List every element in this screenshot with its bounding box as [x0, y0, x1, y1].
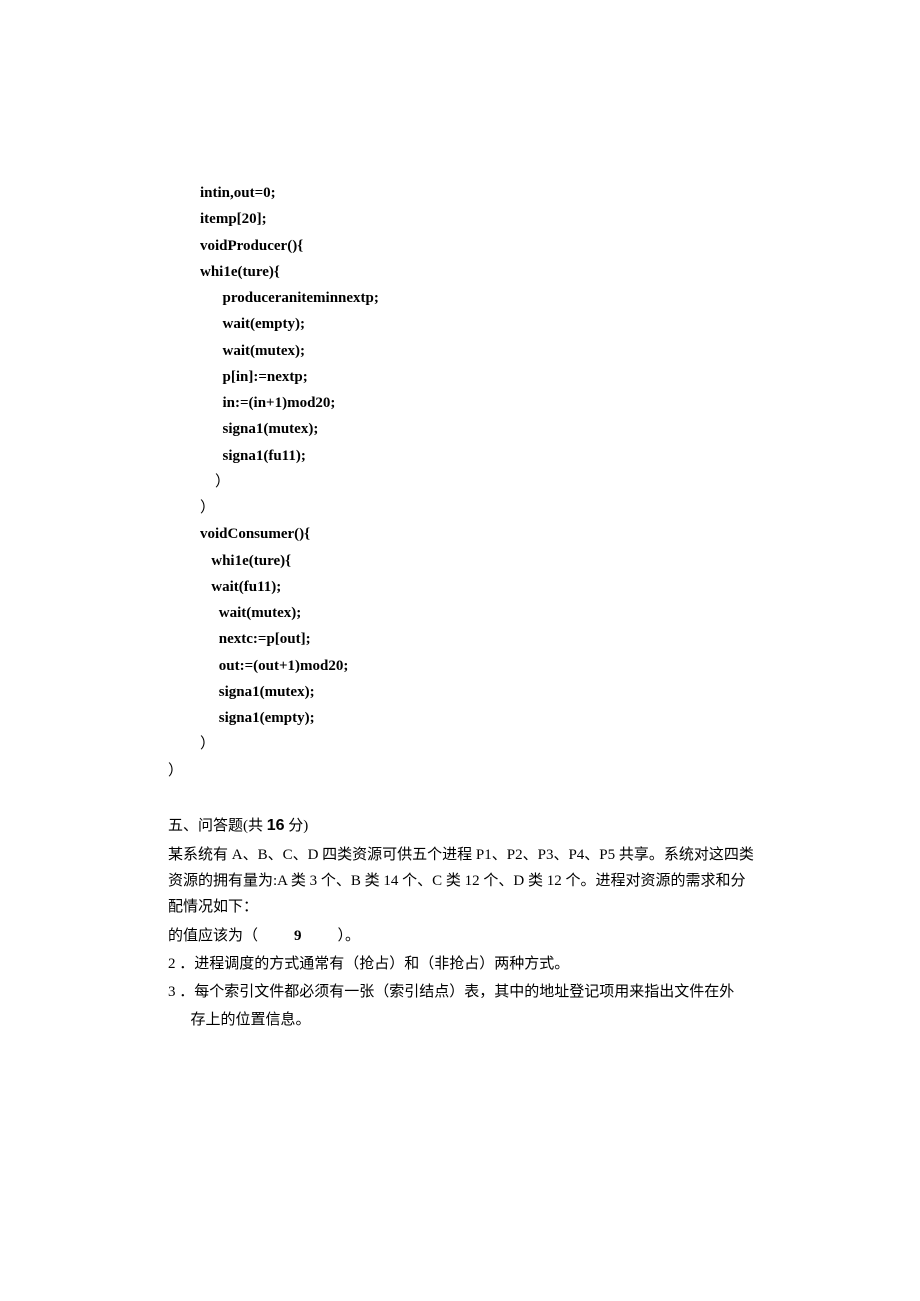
- code-line: voidConsumer(){: [200, 521, 760, 547]
- code-line: p[in]:=nextp;: [200, 364, 760, 390]
- question-paragraph: 某系统有 A、B、C、D 四类资源可供五个进程 P1、P2、P3、P4、P5 共…: [168, 842, 760, 921]
- code-line: wait(mutex);: [200, 338, 760, 364]
- code-line: out:=(out+1)mod20;: [200, 653, 760, 679]
- code-line: ）: [200, 495, 760, 521]
- code-line: ）: [200, 731, 760, 757]
- code-line: whi1e(ture){: [200, 259, 760, 285]
- code-line: nextc:=p[out];: [200, 626, 760, 652]
- code-line: wait(fu11);: [200, 574, 760, 600]
- list-item-3: 3 ．每个索引文件都必须有一张（索引结点）表，其中的地址登记项用来指出文件在外: [168, 979, 760, 1005]
- code-line: signa1(mutex);: [200, 679, 760, 705]
- code-line: wait(empty);: [200, 311, 760, 337]
- heading-suffix: 分): [285, 818, 309, 834]
- code-line: whi1e(ture){: [200, 548, 760, 574]
- heading-prefix: 五、问答题(共: [168, 818, 267, 834]
- code-block: intin,out=0; itemp[20]; voidProducer(){ …: [200, 180, 760, 758]
- code-line: ）: [168, 758, 760, 784]
- blank-answer-line: 的值应该为（ 9 ）。: [168, 923, 760, 949]
- code-line: signa1(mutex);: [200, 416, 760, 442]
- code-line: in:=(in+1)mod20;: [200, 390, 760, 416]
- code-line: ）: [200, 469, 760, 495]
- document-page: intin,out=0; itemp[20]; voidProducer(){ …: [0, 0, 920, 1301]
- blank-suffix: ）。: [338, 928, 361, 944]
- heading-points: 16: [267, 817, 285, 834]
- code-line: signa1(fu11);: [200, 443, 760, 469]
- list-item-2: 2 ．进程调度的方式通常有（抢占）和（非抢占）两种方式。: [168, 951, 760, 977]
- code-line: wait(mutex);: [200, 600, 760, 626]
- list-item-3-cont: 存上的位置信息。: [168, 1007, 760, 1033]
- code-line: voidProducer(){: [200, 233, 760, 259]
- code-line: signa1(empty);: [200, 705, 760, 731]
- blank-prefix: 的值应该为（: [168, 928, 258, 944]
- code-line: intin,out=0;: [200, 180, 760, 206]
- code-line: produceraniteminnextp;: [200, 285, 760, 311]
- blank-value: 9: [294, 928, 302, 944]
- section-5-heading: 五、问答题(共 16 分): [168, 812, 760, 840]
- code-line: itemp[20];: [200, 206, 760, 232]
